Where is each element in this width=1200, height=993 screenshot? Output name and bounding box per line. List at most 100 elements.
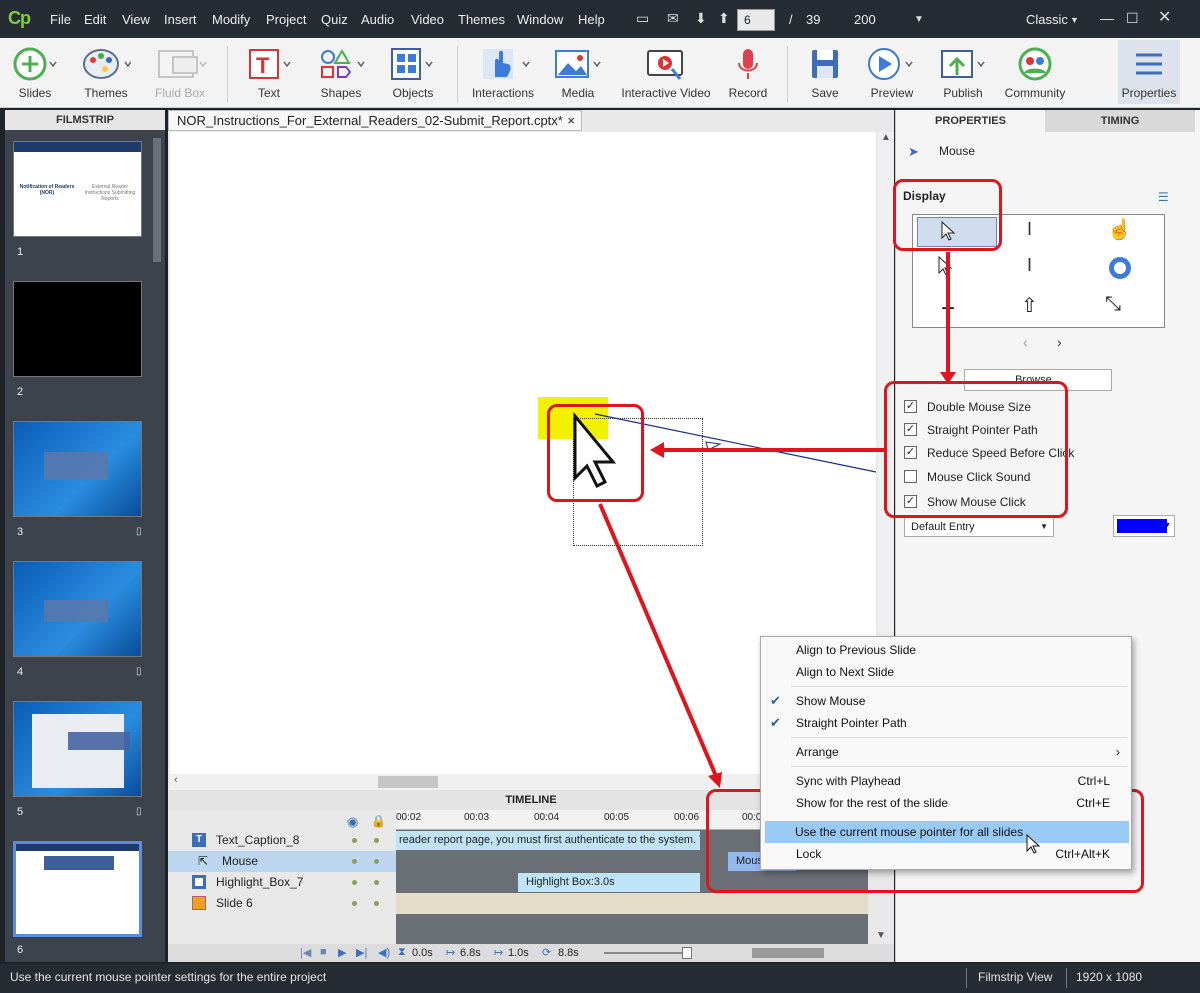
community-button[interactable]: Community bbox=[1004, 46, 1066, 100]
hand-pointer-icon[interactable]: ☝ bbox=[1107, 217, 1132, 242]
menu-show-for-rest-of-slide[interactable]: Show for the rest of the slide Ctrl+E bbox=[762, 792, 1130, 814]
page-number-input[interactable]: 6 bbox=[737, 9, 775, 31]
menu-align-previous-slide[interactable]: Align to Previous Slide bbox=[762, 639, 1130, 661]
scroll-thumb[interactable] bbox=[378, 776, 438, 788]
timeline-layer-highlight-box[interactable]: Highlight_Box_7 bbox=[168, 872, 396, 893]
save-button[interactable]: Save bbox=[806, 46, 844, 100]
click-effect-select[interactable]: Default Entry ▼ bbox=[904, 517, 1054, 537]
menu-video[interactable]: Video bbox=[411, 12, 444, 27]
gallery-prev-icon[interactable]: ‹ bbox=[1023, 334, 1028, 350]
resize-diagonal-pointer-icon[interactable]: ⤡ bbox=[1105, 293, 1121, 316]
interactions-button[interactable]: Interactions bbox=[470, 46, 536, 100]
visibility-dot[interactable] bbox=[352, 859, 357, 864]
menu-audio[interactable]: Audio bbox=[361, 12, 394, 27]
menu-modify[interactable]: Modify bbox=[212, 12, 250, 27]
slide-thumbnail-3[interactable] bbox=[13, 421, 142, 517]
crosshair-pointer-icon[interactable]: + bbox=[941, 295, 955, 323]
visibility-dot[interactable] bbox=[352, 880, 357, 885]
menu-window[interactable]: Window bbox=[517, 12, 563, 27]
menu-quiz[interactable]: Quiz bbox=[321, 12, 348, 27]
zoom-dropdown-icon[interactable]: ▼ bbox=[914, 14, 924, 25]
slide-thumbnail-2[interactable] bbox=[13, 281, 142, 377]
stop-icon[interactable]: ■ bbox=[320, 946, 327, 958]
menu-view[interactable]: View bbox=[122, 12, 150, 27]
filmstrip-scrollbar[interactable] bbox=[153, 138, 161, 262]
publish-button[interactable]: Publish bbox=[938, 46, 988, 100]
forward-end-icon[interactable]: ▶| bbox=[356, 946, 367, 959]
close-window-icon[interactable]: ✕ bbox=[1158, 7, 1171, 27]
menu-sync-with-playhead[interactable]: Sync with Playhead Ctrl+L bbox=[762, 770, 1130, 792]
ibeam-pointer-alt-icon[interactable]: I bbox=[1027, 255, 1032, 276]
timeline-scroll-thumb[interactable] bbox=[752, 948, 824, 958]
zoom-slider-track[interactable] bbox=[604, 952, 690, 954]
menu-arrange[interactable]: Arrange › bbox=[762, 741, 1130, 763]
ibeam-pointer-icon[interactable]: I bbox=[1027, 219, 1032, 240]
lock-dot[interactable] bbox=[374, 901, 379, 906]
document-tab[interactable]: NOR_Instructions_For_External_Readers_02… bbox=[168, 110, 582, 131]
menu-themes[interactable]: Themes bbox=[458, 12, 505, 27]
slides-button[interactable]: Slides bbox=[10, 46, 60, 100]
arrow-up-icon[interactable]: ⬆ bbox=[718, 10, 730, 27]
speaker-icon[interactable]: ◀) bbox=[378, 946, 390, 959]
section-menu-icon[interactable]: ☰ bbox=[1158, 190, 1169, 204]
timeline-layer-slide[interactable]: Slide 6 bbox=[168, 893, 396, 914]
status-view[interactable]: Filmstrip View bbox=[978, 970, 1052, 984]
maximize-icon[interactable]: ☐ bbox=[1126, 10, 1139, 27]
menu-lock[interactable]: Lock Ctrl+Alt+K bbox=[762, 843, 1130, 865]
arrow-down-icon[interactable]: ⬇ bbox=[695, 10, 707, 27]
shapes-button[interactable]: Shapes bbox=[316, 46, 366, 100]
zoom-level[interactable]: 200 bbox=[854, 12, 876, 27]
text-button[interactable]: T Text bbox=[244, 46, 294, 100]
interactive-video-button[interactable]: Interactive Video bbox=[620, 46, 712, 100]
rewind-icon[interactable]: |◀ bbox=[300, 946, 311, 959]
highlight-bar[interactable]: Highlight Box:3.0s bbox=[518, 873, 700, 892]
menu-help[interactable]: Help bbox=[578, 12, 605, 27]
slide-thumbnail-6[interactable] bbox=[13, 841, 142, 937]
close-tab-icon[interactable]: × bbox=[567, 113, 575, 128]
workspace-dropdown-icon[interactable]: ▼ bbox=[1070, 15, 1079, 25]
gallery-next-icon[interactable]: › bbox=[1057, 334, 1062, 350]
lock-dot[interactable] bbox=[374, 838, 379, 843]
properties-button[interactable]: Properties bbox=[1118, 40, 1180, 104]
tab-timing[interactable]: TIMING bbox=[1045, 110, 1195, 132]
menu-show-mouse[interactable]: ✔ Show Mouse bbox=[762, 690, 1130, 712]
objects-button[interactable]: Objects bbox=[388, 46, 438, 100]
scroll-left-icon[interactable]: ‹ bbox=[174, 774, 178, 786]
slide-thumbnail-4[interactable] bbox=[13, 561, 142, 657]
timeline-layer-text-caption[interactable]: T Text_Caption_8 bbox=[168, 830, 396, 851]
preview-button[interactable]: Preview bbox=[866, 46, 918, 100]
arrow-pointer-alt-icon[interactable] bbox=[937, 255, 953, 279]
lock-dot[interactable] bbox=[374, 859, 379, 864]
menu-project[interactable]: Project bbox=[266, 12, 306, 27]
themes-button[interactable]: Themes bbox=[78, 46, 134, 100]
menu-insert[interactable]: Insert bbox=[164, 12, 197, 27]
mail-icon[interactable]: ✉ bbox=[667, 10, 679, 27]
up-arrow-pointer-icon[interactable]: ⇧ bbox=[1021, 293, 1038, 318]
menu-use-current-pointer-all-slides[interactable]: Use the current mouse pointer for all sl… bbox=[765, 821, 1129, 843]
media-button[interactable]: Media bbox=[552, 46, 604, 100]
lock-all-icon[interactable]: 🔒 bbox=[371, 814, 386, 828]
slide-thumbnail-1[interactable]: Notification of Readers (NOR) External R… bbox=[13, 141, 142, 237]
menu-edit[interactable]: Edit bbox=[84, 12, 106, 27]
timeline-scroll-down-icon[interactable]: ▼ bbox=[876, 930, 886, 941]
caption-bar[interactable]: reader report page, you must first authe… bbox=[396, 831, 700, 850]
minimize-icon[interactable]: — bbox=[1100, 10, 1114, 26]
fluid-box-button[interactable]: Fluid Box bbox=[150, 46, 210, 100]
slide-thumbnail-5[interactable] bbox=[13, 701, 142, 797]
visibility-dot[interactable] bbox=[352, 901, 357, 906]
busy-pointer-icon[interactable] bbox=[1109, 257, 1131, 279]
tab-properties[interactable]: PROPERTIES bbox=[896, 110, 1045, 132]
comment-icon[interactable]: ▭ bbox=[636, 10, 649, 27]
menu-file[interactable]: File bbox=[50, 12, 71, 27]
click-color-picker[interactable]: ▼ bbox=[1113, 515, 1175, 537]
record-button[interactable]: Record bbox=[726, 46, 770, 100]
play-icon[interactable]: ▶ bbox=[338, 946, 346, 959]
visibility-eye-icon[interactable]: ◉ bbox=[347, 814, 358, 830]
visibility-dot[interactable] bbox=[352, 838, 357, 843]
menu-align-next-slide[interactable]: Align to Next Slide bbox=[762, 661, 1130, 683]
menu-straight-pointer-path[interactable]: ✔ Straight Pointer Path bbox=[762, 712, 1130, 734]
slide-track-bar[interactable] bbox=[396, 893, 868, 914]
scroll-up-icon[interactable]: ▲ bbox=[881, 132, 891, 143]
lock-dot[interactable] bbox=[374, 880, 379, 885]
timeline-layer-mouse[interactable]: ⇱ Mouse bbox=[168, 851, 396, 872]
